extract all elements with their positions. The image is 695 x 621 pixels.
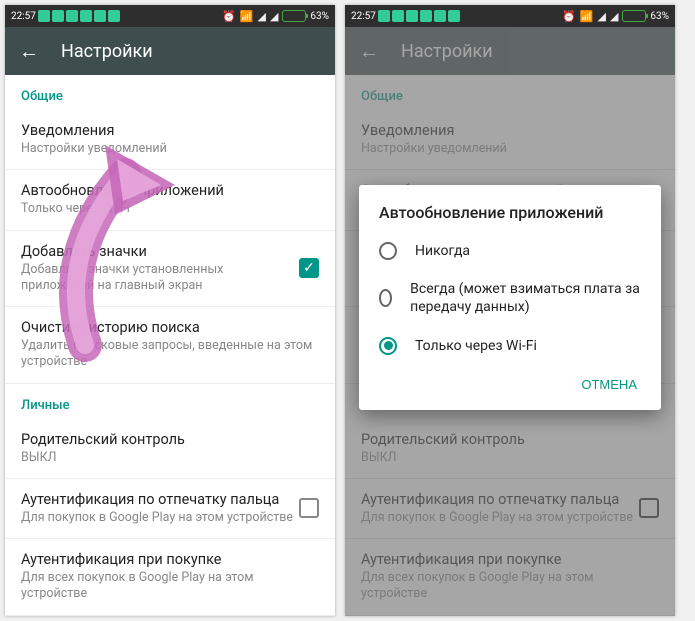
signal-icon: ◢: [257, 10, 265, 23]
item-subtitle: Для всех покупок в Google Play на этом у…: [21, 570, 319, 603]
notification-icon: [378, 10, 390, 22]
item-notifications[interactable]: Уведомления Настройки уведомлений: [5, 110, 335, 170]
alarm-icon: ⏰: [562, 10, 576, 23]
checkbox-unchecked-icon[interactable]: [299, 498, 319, 518]
signal-icon: ◢: [597, 10, 605, 23]
radio-option-never[interactable]: Никогда: [359, 232, 661, 270]
item-add-icons[interactable]: Добавлять значки Добавлять значки устано…: [5, 231, 335, 308]
item-purchase-auth[interactable]: Аутентификация при покупке Для всех поку…: [5, 539, 335, 616]
item-fingerprint[interactable]: Аутентификация по отпечатку пальца Для п…: [5, 479, 335, 539]
signal-icon: ◢: [270, 10, 278, 23]
item-autoupdate[interactable]: Автообновление приложений Только через W…: [5, 170, 335, 230]
item-title: Очистить историю поиска: [21, 319, 319, 336]
section-general: Общие: [5, 75, 335, 110]
signal-icon: ◢: [610, 10, 618, 23]
notification-icon: [448, 10, 460, 22]
item-subtitle: ВЫКЛ: [21, 450, 319, 466]
item-title: Автообновление приложений: [21, 182, 319, 199]
notification-icon: [80, 10, 92, 22]
notification-icon: [38, 10, 50, 22]
battery-icon: [282, 10, 306, 22]
radio-option-always[interactable]: Всегда (может взиматься плата за передач…: [359, 270, 661, 326]
status-bar: 22:57 ⏰ 📶 ◢ ◢ 63%: [5, 5, 335, 27]
radio-unchecked-icon: [379, 289, 392, 307]
battery-icon: [622, 10, 646, 22]
radio-option-wifi[interactable]: Только через Wi-Fi: [359, 327, 661, 365]
phone-right: 22:57 ⏰ 📶 ◢ ◢ 63% ← Настройки Общие Увед…: [345, 5, 675, 616]
notification-icon: [406, 10, 418, 22]
radio-unchecked-icon: [379, 242, 397, 260]
back-icon[interactable]: ←: [19, 39, 39, 64]
notification-icon: [392, 10, 404, 22]
app-bar: ← Настройки: [5, 27, 335, 75]
page-title: Настройки: [61, 41, 153, 62]
wifi-icon: 📶: [240, 10, 254, 23]
cancel-button[interactable]: ОТМЕНА: [571, 371, 647, 398]
section-personal: Личные: [5, 384, 335, 419]
radio-label: Никогда: [415, 242, 470, 260]
item-subtitle: Добавлять значки установленных приложени…: [21, 262, 299, 295]
item-subtitle: Для покупок в Google Play на этом устрой…: [21, 510, 299, 526]
item-subtitle: Настройки уведомлений: [21, 141, 319, 157]
item-title: Уведомления: [21, 122, 319, 139]
item-title: Аутентификация по отпечатку пальца: [21, 491, 299, 508]
notification-icon: [52, 10, 64, 22]
alarm-icon: ⏰: [222, 10, 236, 23]
status-bar: 22:57 ⏰ 📶 ◢ ◢ 63%: [345, 5, 675, 27]
phone-left: 22:57 ⏰ 📶 ◢ ◢ 63% ← Настройки Общие Увед…: [5, 5, 335, 616]
radio-label: Всегда (может взиматься плата за передач…: [410, 280, 641, 316]
item-subtitle: Только через Wi-Fi: [21, 201, 319, 217]
notification-icon: [66, 10, 78, 22]
radio-checked-icon: [379, 337, 397, 355]
notification-icon: [420, 10, 432, 22]
checkbox-checked-icon[interactable]: ✓: [299, 258, 319, 278]
autoupdate-dialog: Автообновление приложений Никогда Всегда…: [359, 185, 661, 410]
battery-percent: 63%: [310, 11, 329, 22]
item-title: Добавлять значки: [21, 243, 299, 260]
item-parental[interactable]: Родительский контроль ВЫКЛ: [5, 419, 335, 479]
radio-label: Только через Wi-Fi: [415, 337, 537, 355]
item-title: Аутентификация при покупке: [21, 551, 319, 568]
notification-icon: [94, 10, 106, 22]
item-clear-history[interactable]: Очистить историю поиска Удалить поисковы…: [5, 307, 335, 384]
item-title: Родительский контроль: [21, 431, 319, 448]
notification-icon: [434, 10, 446, 22]
status-time: 22:57: [11, 11, 36, 22]
dialog-title: Автообновление приложений: [359, 203, 661, 232]
wifi-icon: 📶: [580, 10, 594, 23]
battery-percent: 63%: [650, 11, 669, 22]
item-subtitle: Удалить поисковые запросы, введенные на …: [21, 338, 319, 371]
notification-icon: [108, 10, 120, 22]
status-time: 22:57: [351, 11, 376, 22]
